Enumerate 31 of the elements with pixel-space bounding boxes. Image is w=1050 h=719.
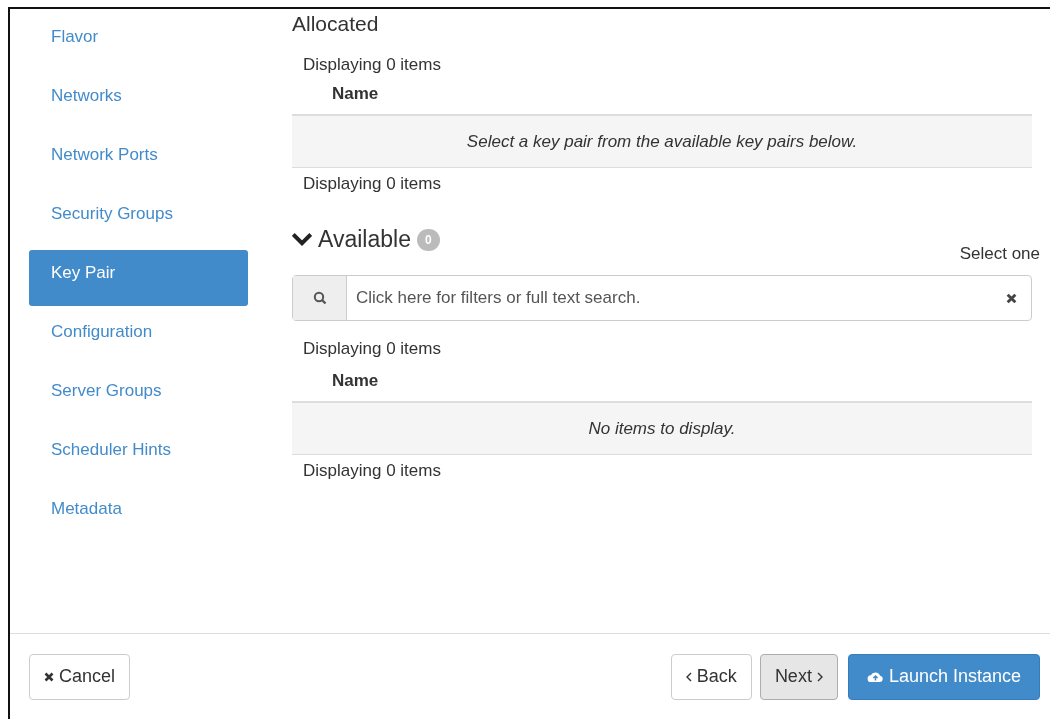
clear-icon[interactable] bbox=[1005, 292, 1017, 304]
sidebar-item[interactable]: Metadata bbox=[29, 486, 248, 542]
sidebar-item[interactable]: Flavor bbox=[29, 14, 248, 70]
section-title: Allocated bbox=[292, 12, 380, 37]
sidebar-item[interactable]: Networks bbox=[29, 73, 248, 129]
sidebar-item[interactable]: Scheduler Hints bbox=[29, 427, 248, 483]
selection-hint: Select one bbox=[959, 244, 1040, 264]
chevron-right-icon bbox=[816, 671, 823, 682]
count-badge: 0 bbox=[416, 229, 440, 251]
sidebar-item[interactable]: Server Groups bbox=[29, 368, 248, 424]
sidebar-item[interactable]: Key Pair bbox=[29, 250, 248, 306]
sidebar-item[interactable]: Configuration bbox=[29, 309, 248, 365]
empty-message: Select a key pair from the available key pairs below. bbox=[292, 116, 1032, 168]
item-count: Displaying 0 items bbox=[302, 54, 442, 76]
close-icon bbox=[44, 671, 54, 682]
launch-instance-button[interactable]: Launch Instance bbox=[847, 653, 1040, 700]
item-count: Displaying 0 items bbox=[302, 338, 442, 360]
item-count: Displaying 0 items bbox=[302, 173, 442, 195]
cloud-upload-icon bbox=[866, 670, 884, 683]
search-field[interactable]: Click here for filters or full text search. bbox=[292, 275, 1032, 321]
chevron-left-icon bbox=[685, 671, 692, 682]
cancel-button[interactable]: Cancel bbox=[29, 653, 131, 700]
chevron-icon[interactable] bbox=[292, 232, 312, 247]
item-count: Displaying 0 items bbox=[302, 460, 442, 482]
section-title: Available bbox=[318, 226, 411, 253]
next-button[interactable]: Next bbox=[759, 653, 838, 700]
back-button[interactable]: Back bbox=[670, 653, 752, 700]
sidebar-item[interactable]: Security Groups bbox=[29, 191, 248, 247]
sidebar-item[interactable]: Network Ports bbox=[29, 132, 248, 188]
empty-message: No items to display. bbox=[292, 403, 1032, 455]
search-icon bbox=[312, 291, 327, 305]
